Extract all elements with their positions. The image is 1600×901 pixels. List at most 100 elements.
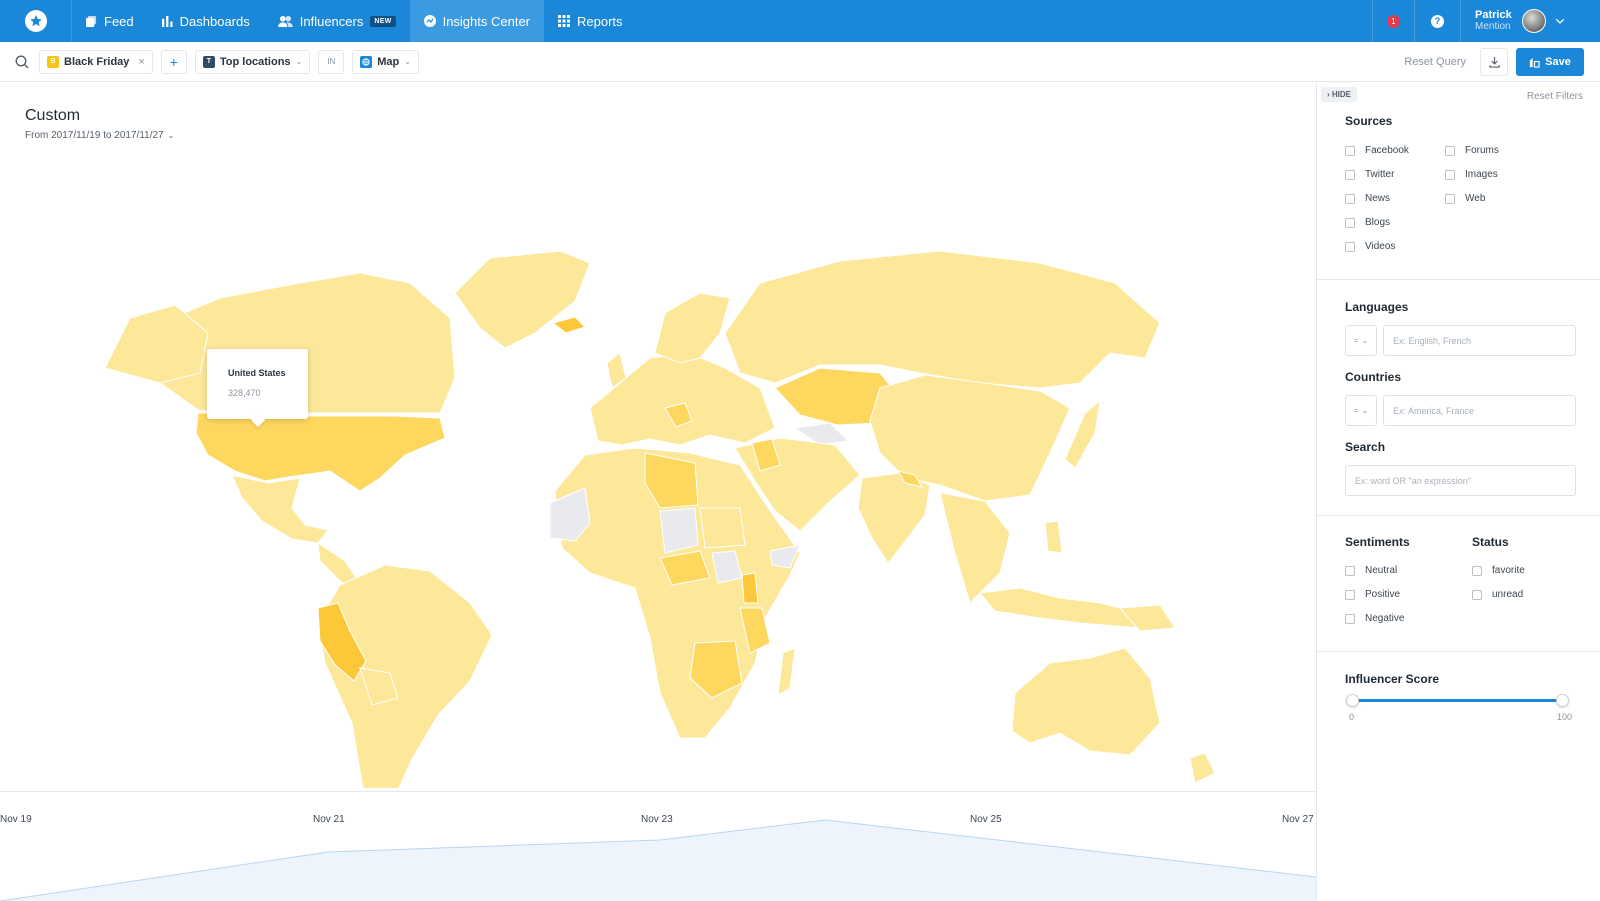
checkbox[interactable] [1345, 241, 1355, 252]
checkbox[interactable] [1445, 193, 1455, 204]
nav-feed-label: Feed [104, 13, 134, 29]
nav-reports[interactable]: Reports [544, 0, 637, 42]
sentiment-checkbox-neutral[interactable]: Neutral [1345, 565, 1397, 576]
map-japan[interactable] [1064, 399, 1101, 469]
date-range-picker[interactable]: From 2017/11/19 to 2017/11/27 ⌄ [25, 130, 174, 141]
hide-filters-button[interactable]: › HIDE [1321, 87, 1357, 102]
notification-count-badge: 1 [1387, 14, 1400, 28]
avatar [1521, 9, 1546, 33]
map-mexico[interactable] [231, 474, 329, 544]
map-madagascar[interactable] [777, 647, 796, 696]
countries-operator-select[interactable]: = ⌄ [1345, 395, 1377, 426]
slider-min-handle[interactable] [1346, 694, 1359, 707]
close-icon[interactable]: × [138, 56, 144, 68]
view-chip-label: Top locations [219, 55, 291, 68]
checkbox[interactable] [1345, 169, 1355, 180]
alert-letter-icon: B [47, 55, 59, 68]
countries-input[interactable]: Ex: America, France [1383, 395, 1576, 426]
in-label: IN [318, 49, 345, 74]
source-checkbox-forums[interactable]: Forums [1445, 145, 1499, 156]
source-checkbox-news[interactable]: News [1345, 193, 1390, 204]
source-checkbox-twitter[interactable]: Twitter [1345, 169, 1394, 180]
help-button[interactable]: ? [1414, 0, 1460, 42]
search-icon[interactable] [15, 54, 29, 69]
download-button[interactable] [1480, 48, 1508, 76]
checkbox[interactable] [1445, 169, 1455, 180]
chart-type-chip[interactable]: Map ⌄ [352, 49, 419, 74]
languages-operator-select[interactable]: = ⌄ [1345, 325, 1377, 356]
nav-dashboards[interactable]: Dashboards [148, 0, 264, 42]
chevron-down-icon [1555, 18, 1564, 24]
save-button[interactable]: Save [1516, 48, 1584, 76]
sentiments-title: Sentiments [1345, 535, 1410, 549]
languages-input[interactable]: Ex: English, French [1383, 325, 1576, 356]
view-chip[interactable]: T Top locations ⌄ [194, 49, 311, 74]
slider-max-value: 100 [1557, 712, 1573, 722]
alert-chip[interactable]: B Black Friday × [39, 49, 153, 74]
checkbox-label: Web [1465, 193, 1486, 204]
checkbox-label: Blogs [1365, 217, 1391, 228]
checkbox[interactable] [1345, 193, 1355, 204]
map-australia[interactable] [1011, 647, 1161, 756]
app-logo[interactable] [0, 0, 72, 42]
map-scandinavia[interactable] [654, 292, 731, 364]
map-philippines[interactable] [1044, 520, 1063, 554]
nav-insights-label: Insights Center [442, 13, 531, 29]
map-indonesia[interactable] [979, 587, 1141, 629]
checkbox[interactable] [1345, 145, 1355, 156]
user-menu[interactable]: Patrick Mention [1460, 0, 1600, 42]
checkbox[interactable] [1472, 589, 1482, 600]
sentiment-checkbox-negative[interactable]: Negative [1345, 613, 1404, 624]
checkbox[interactable] [1472, 565, 1482, 576]
tooltip-country: United States [228, 368, 286, 378]
checkbox[interactable] [1345, 217, 1355, 228]
users-icon [277, 15, 293, 27]
source-checkbox-videos[interactable]: Videos [1345, 241, 1395, 252]
checkbox[interactable] [1345, 565, 1355, 576]
divider [1317, 651, 1600, 652]
map-iceland[interactable] [551, 316, 586, 334]
influencer-score-slider[interactable] [1352, 699, 1562, 702]
reset-query-link[interactable]: Reset Query [1404, 56, 1466, 68]
add-alert-button[interactable]: + [160, 49, 187, 74]
world-map[interactable] [0, 148, 1316, 788]
map-south-america[interactable] [317, 564, 493, 788]
checkbox[interactable] [1345, 613, 1355, 624]
search-title: Search [1345, 440, 1386, 454]
source-checkbox-facebook[interactable]: Facebook [1345, 145, 1409, 156]
source-checkbox-web[interactable]: Web [1445, 193, 1485, 204]
languages-title: Languages [1345, 300, 1409, 314]
filters-sidebar: › HIDE Reset Filters Sources Facebook Tw… [1316, 83, 1600, 900]
timeline-area [0, 819, 1316, 901]
map-southeast-asia[interactable] [939, 492, 1011, 604]
checkbox[interactable] [1445, 145, 1455, 156]
map-chad-sudan[interactable] [699, 507, 746, 549]
reset-filters-link[interactable]: Reset Filters [1527, 91, 1583, 102]
map-new-zealand[interactable] [1189, 752, 1216, 784]
search-input[interactable]: Ex: word OR "an expression" [1345, 465, 1576, 496]
checkbox-label: unread [1492, 589, 1524, 600]
map-niger[interactable] [659, 507, 699, 554]
map-russia[interactable] [724, 250, 1161, 389]
operator-value: = [1353, 336, 1359, 345]
view-letter-icon: T [202, 55, 215, 68]
checkbox-label: Forums [1465, 145, 1499, 156]
status-title: Status [1472, 535, 1509, 549]
status-checkbox-unread[interactable]: unread [1472, 589, 1523, 600]
notifications-button[interactable]: 1 [1372, 0, 1414, 42]
sentiment-checkbox-positive[interactable]: Positive [1345, 589, 1400, 600]
nav-feed[interactable]: Feed [72, 0, 148, 42]
timeline-chart[interactable]: Nov 19 Nov 21 Nov 23 Nov 25 Nov 27 [0, 791, 1316, 901]
source-checkbox-images[interactable]: Images [1445, 169, 1498, 180]
map-greenland[interactable] [454, 250, 591, 349]
nav-influencers[interactable]: Influencers NEW [264, 0, 410, 42]
source-checkbox-blogs[interactable]: Blogs [1345, 217, 1390, 228]
checkbox[interactable] [1345, 589, 1355, 600]
status-checkbox-favorite[interactable]: favorite [1472, 565, 1525, 576]
map-central-america[interactable] [317, 541, 359, 584]
chart-type-label: Map [377, 55, 400, 68]
nav-insights-center[interactable]: Insights Center [409, 0, 545, 42]
map-ethiopia[interactable] [741, 572, 759, 604]
slider-max-handle[interactable] [1556, 694, 1569, 707]
help-icon: ? [1431, 14, 1444, 28]
